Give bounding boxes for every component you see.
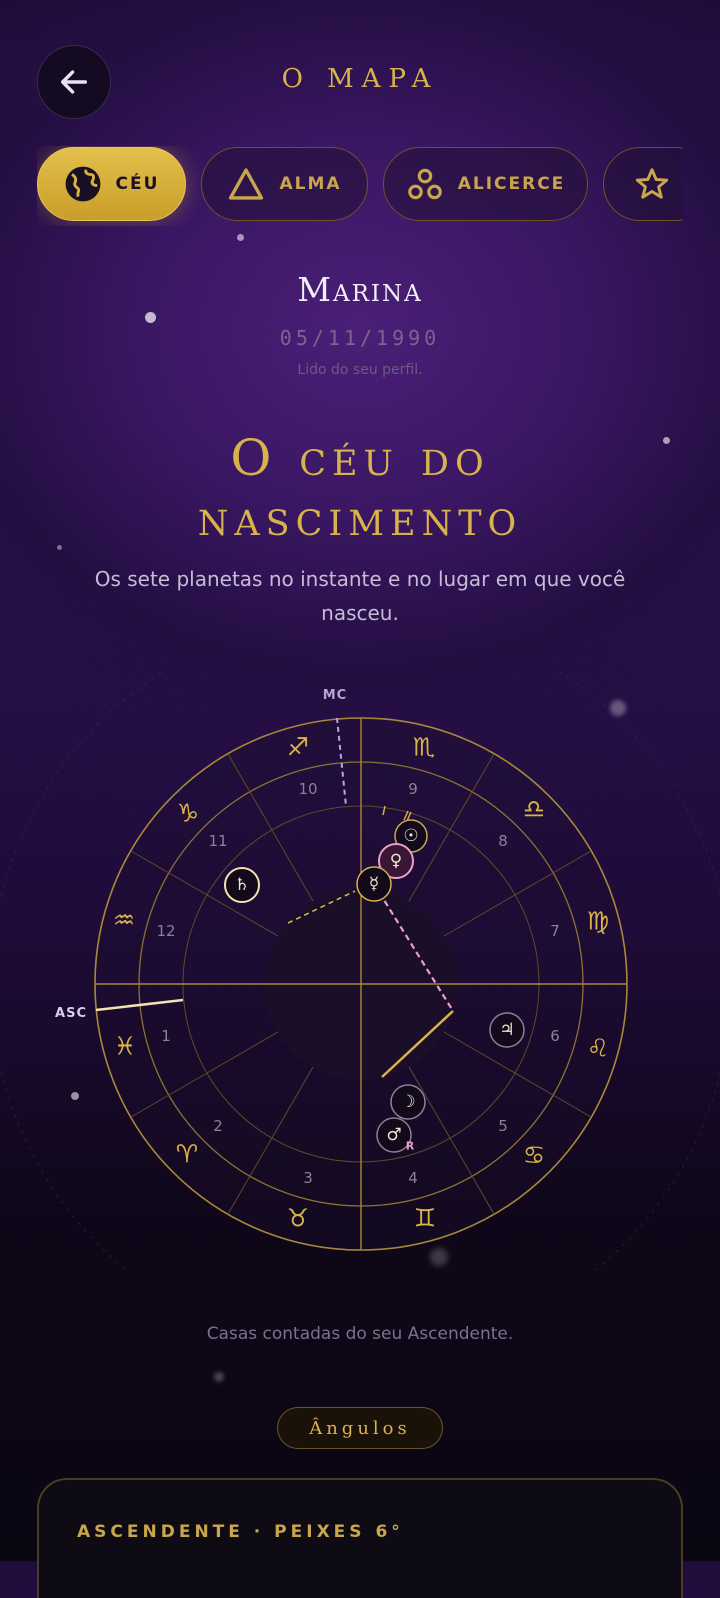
mercury-icon: ☿ — [369, 874, 379, 894]
aries-icon: ♈ — [176, 1140, 198, 1169]
house-number: 11 — [208, 832, 227, 850]
cancer-icon: ♋ — [523, 1141, 545, 1170]
capricorn-icon: ♑ — [177, 799, 199, 828]
natal-chart[interactable]: MC ASC 1 2 3 4 5 6 7 8 9 10 11 12 ♓ ♈ ♉ … — [0, 672, 720, 1272]
sagittarius-icon: ♐ — [287, 733, 309, 762]
house-number: 8 — [498, 832, 508, 850]
retrograde-label: R — [406, 1140, 415, 1153]
section-title: O céu do nascimento — [197, 429, 523, 547]
house-number: 2 — [213, 1117, 223, 1135]
house-number: 6 — [550, 1027, 560, 1045]
tab-alma[interactable]: ALMA — [201, 147, 368, 221]
page-title: O MAPA — [281, 64, 439, 94]
star-decoration — [214, 1372, 224, 1382]
house-number: 9 — [408, 780, 418, 798]
houses-note: Casas contadas do seu Ascendente. — [206, 1324, 514, 1344]
angles-label: Ângulos — [309, 1417, 411, 1439]
moon-planet[interactable]: ☽ — [390, 1084, 426, 1120]
saturn-icon: ♄ — [234, 875, 249, 895]
star-decoration — [237, 234, 244, 241]
star-icon — [635, 168, 669, 199]
angles-section-pill: Ângulos — [277, 1407, 443, 1449]
globe-icon — [65, 166, 100, 202]
mercury-planet[interactable]: ☿ — [356, 866, 392, 902]
virgo-icon: ♍ — [587, 907, 609, 936]
tab-favorites[interactable] — [603, 147, 683, 221]
jupiter-icon: ♃ — [499, 1020, 514, 1040]
jupiter-planet[interactable]: ♃ — [489, 1012, 525, 1048]
moon-icon: ☽ — [400, 1092, 415, 1112]
aquarius-icon: ♒ — [113, 906, 135, 935]
house-number: 12 — [156, 922, 175, 940]
house-number: 1 — [161, 1027, 171, 1045]
birth-date: 05/11/1990 — [279, 326, 441, 350]
house-number: 7 — [550, 922, 560, 940]
chart-static — [0, 672, 720, 1272]
mars-icon: ♂ — [386, 1125, 401, 1145]
venus-icon: ♀ — [390, 851, 402, 871]
taurus-icon: ♉ — [287, 1204, 309, 1233]
house-number: 5 — [498, 1117, 508, 1135]
pisces-icon: ♓ — [114, 1032, 136, 1061]
saturn-planet[interactable]: ♄ — [224, 867, 260, 903]
star-decoration — [145, 312, 156, 323]
libra-icon: ♎ — [523, 795, 545, 824]
house-number: 4 — [408, 1169, 418, 1187]
tab-label: ALMA — [279, 174, 342, 194]
ascendant-card-title: ASCENDENTE · PEIXES 6° — [77, 1522, 404, 1542]
section-subtitle: Os sete planetas no instante e no lugar … — [94, 567, 626, 625]
profile-source-note: Lido do seu perfil. — [297, 362, 423, 378]
mc-label: MC — [323, 688, 347, 703]
leo-icon: ♌ — [587, 1034, 609, 1063]
house-number: 10 — [298, 780, 317, 798]
tab-bar: CÉU ALMA ALICERCE — [37, 146, 683, 226]
gemini-icon: ♊ — [414, 1204, 436, 1233]
house-number: 3 — [303, 1169, 313, 1187]
tab-label: CÉU — [115, 174, 160, 194]
asc-label: ASC — [55, 1006, 87, 1021]
star-decoration — [663, 437, 670, 444]
profile-name: Marina — [297, 270, 423, 309]
tab-alicerce[interactable]: ALICERCE — [383, 147, 588, 221]
scorpio-icon: ♏ — [413, 733, 435, 762]
triangle-icon — [229, 168, 264, 200]
tab-ceu[interactable]: CÉU — [37, 147, 186, 221]
tab-label: ALICERCE — [457, 174, 566, 194]
sun-icon: ☉ — [403, 826, 418, 846]
circles-icon — [407, 168, 442, 200]
ascendant-card[interactable]: ASCENDENTE · PEIXES 6° — [37, 1478, 683, 1598]
